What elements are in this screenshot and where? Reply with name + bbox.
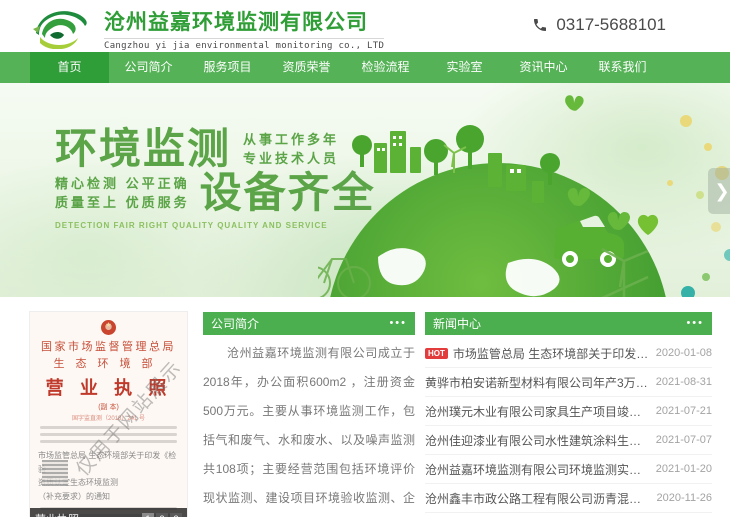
globe-illustration [318, 87, 730, 297]
about-title: 公司简介 [211, 315, 259, 332]
about-text: 沧州益嘉环境监测有限公司成立于2018年，办公面积600m2 ，注册资金500万… [203, 339, 415, 517]
news-list: HOT 市场监管总局 生态环境部关于印发《检验... 2020-01-08 黄骅… [425, 339, 712, 513]
license-subtitle: (副 本) [30, 402, 187, 412]
phone-icon [532, 17, 548, 33]
license-title: 营 业 执 照 [30, 374, 187, 400]
news-section: 新闻中心 ••• HOT 市场监管总局 生态环境部关于印发《检验... 2020… [425, 312, 712, 517]
news-item[interactable]: 黄骅市柏安诺新型材料有限公司年产3万吨砂浆... 2021-08-31 [425, 368, 712, 397]
license-pagination: 1 2 3 [142, 513, 182, 517]
about-more-icon[interactable]: ••• [389, 318, 407, 329]
carousel-next-button[interactable]: ❯ [708, 168, 730, 214]
license-blur-line [40, 433, 177, 436]
brand-block: 沧州益嘉环境监测有限公司 Cangzhou yi jia environment… [104, 6, 384, 51]
nav-item-news[interactable]: 资讯中心 [504, 52, 583, 83]
news-item[interactable]: HOT 市场监管总局 生态环境部关于印发《检验... 2020-01-08 [425, 339, 712, 368]
license-caption-label: 营业执照 [35, 511, 79, 517]
slogan-small-1a: 从事工作多年 [243, 130, 339, 150]
hot-badge: HOT [425, 348, 448, 359]
license-authority-2: 生态环境部 [30, 355, 187, 371]
about-section: 公司简介 ••• 沧州益嘉环境监测有限公司成立于2018年，办公面积600m2 … [203, 312, 415, 517]
banner-slogan: 环境监测 从事工作多年 专业技术人员 精心检测 公平正确 质量至上 优质服务 设… [55, 127, 376, 230]
license-blur-line [40, 426, 177, 429]
license-page-3[interactable]: 3 [170, 513, 182, 517]
license-doc-no: 国字监直测（2018）241 号 [30, 413, 187, 422]
nav-item-process[interactable]: 检验流程 [346, 52, 425, 83]
news-item[interactable]: 沧州璞元木业有限公司家具生产项目竣工环境保... 2021-07-21 [425, 397, 712, 426]
news-section-header: 新闻中心 ••• [425, 312, 712, 335]
license-page-2[interactable]: 2 [156, 513, 168, 517]
page: 沧州益嘉环境监测有限公司 Cangzhou yi jia environment… [0, 0, 730, 517]
nav-item-about[interactable]: 公司简介 [109, 52, 188, 83]
slogan-small-1b: 专业技术人员 [243, 149, 339, 169]
header-phone: 0317-5688101 [532, 15, 666, 35]
hero-banner: 环境监测 从事工作多年 专业技术人员 精心检测 公平正确 质量至上 优质服务 设… [0, 83, 730, 297]
license-qr-code [42, 460, 68, 486]
slogan-big-2: 设备齐全 [200, 171, 376, 215]
company-logo-icon [28, 5, 94, 49]
slogan-big-1: 环境监测 [55, 127, 231, 171]
license-page-1[interactable]: 1 [142, 513, 154, 517]
business-license-image: 国家市场监督管理总局 生态环境部 营 业 执 照 (副 本) 国字监直测（201… [30, 312, 187, 517]
slogan-small-2a: 精心检测 公平正确 [55, 174, 190, 194]
phone-number: 0317-5688101 [556, 15, 666, 35]
national-emblem-icon [101, 320, 116, 335]
about-section-header: 公司简介 ••• [203, 312, 415, 335]
main-nav: 首页 公司简介 服务项目 资质荣誉 检验流程 实验室 资讯中心 联系我们 [0, 52, 730, 83]
news-more-icon[interactable]: ••• [686, 318, 704, 329]
news-title: 新闻中心 [433, 315, 481, 332]
license-caption-bar: 营业执照 1 2 3 [30, 508, 187, 517]
slogan-small-2b: 质量至上 优质服务 [55, 193, 190, 213]
news-item[interactable]: 沧州鑫丰市政公路工程有限公司沥青混凝土生产... 2020-11-26 [425, 484, 712, 513]
chevron-right-icon: ❯ [714, 181, 729, 202]
company-name: 沧州益嘉环境监测有限公司 [104, 6, 384, 36]
nav-item-contact[interactable]: 联系我们 [583, 52, 662, 83]
nav-item-services[interactable]: 服务项目 [188, 52, 267, 83]
site-header: 沧州益嘉环境监测有限公司 Cangzhou yi jia environment… [0, 0, 730, 52]
license-blur-line [40, 440, 177, 443]
news-item[interactable]: 沧州佳迎漆业有限公司水性建筑涂料生产线技术... 2021-07-07 [425, 426, 712, 455]
license-image-card[interactable]: 国家市场监督管理总局 生态环境部 营 业 执 照 (副 本) 国字监直测（201… [30, 312, 187, 517]
company-name-en: Cangzhou yi jia environmental monitoring… [104, 38, 384, 51]
license-authority-1: 国家市场监督管理总局 [30, 338, 187, 354]
news-item[interactable]: 沧州益嘉环境监测有限公司环境监测实验室建设... 2021-01-20 [425, 455, 712, 484]
nav-item-home[interactable]: 首页 [30, 52, 109, 83]
slogan-english: DETECTION FAIR RIGHT QUALITY QUALITY AND… [55, 221, 376, 230]
nav-item-lab[interactable]: 实验室 [425, 52, 504, 83]
nav-item-honors[interactable]: 资质荣誉 [267, 52, 346, 83]
